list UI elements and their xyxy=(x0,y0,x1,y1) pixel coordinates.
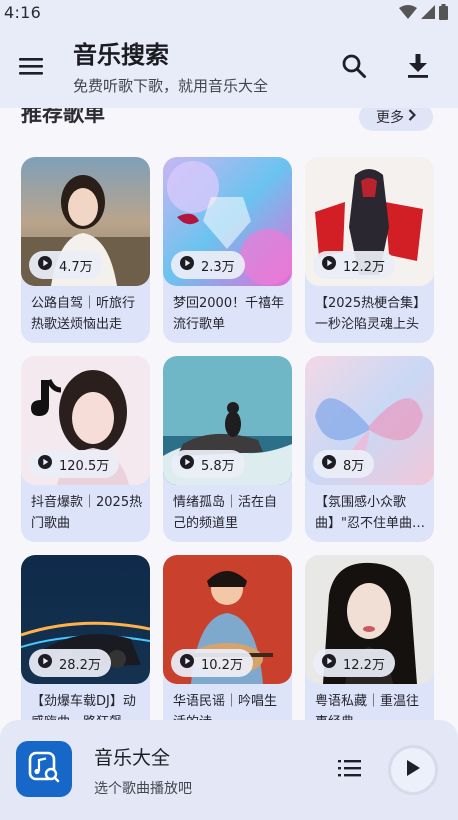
play-count: 4.7万 xyxy=(59,259,93,275)
play-circle-icon xyxy=(37,653,53,673)
page-title: 音乐搜索 xyxy=(73,41,169,69)
player-subtitle: 选个歌曲播放吧 xyxy=(94,781,192,797)
playlist-card[interactable]: 8万 【氛围感小众歌曲】"忍不住单曲循环" xyxy=(305,356,434,542)
play-circle-icon xyxy=(179,255,195,275)
playlist-card[interactable]: 12.2万 【2025热梗合集】一秒沦陷灵魂上头 xyxy=(305,157,434,343)
status-bar: 4:16 xyxy=(0,0,458,24)
playlist-title: 华语民谣｜吟唱生活的诗 xyxy=(173,694,278,720)
wifi-icon xyxy=(399,5,417,19)
content-area[interactable]: 推荐歌单 更多 4.7万 公路自驾｜听旅行热歌送烦恼出走 2.3万 梦回2000… xyxy=(0,108,458,720)
play-count: 8万 xyxy=(343,458,365,474)
playlist-card[interactable]: 10.2万 华语民谣｜吟唱生活的诗 xyxy=(163,555,292,720)
search-button[interactable] xyxy=(336,50,372,86)
playlist-title: 【劲爆车载DJ】动感嗨曲一路狂飙 xyxy=(31,694,136,720)
play-circle-icon xyxy=(179,454,195,474)
play-count-badge: 120.5万 xyxy=(29,450,120,478)
play-count: 2.3万 xyxy=(201,259,235,275)
mini-player[interactable]: 音乐大全 选个歌曲播放吧 xyxy=(0,720,458,820)
play-count: 12.2万 xyxy=(343,657,385,673)
play-count: 28.2万 xyxy=(59,657,101,673)
play-count: 10.2万 xyxy=(201,657,243,673)
more-label: 更多 xyxy=(376,110,404,126)
player-title: 音乐大全 xyxy=(94,747,171,769)
playlist-card[interactable]: 4.7万 公路自驾｜听旅行热歌送烦恼出走 xyxy=(21,157,150,343)
download-button[interactable] xyxy=(400,50,436,86)
playlist-title: 公路自驾｜听旅行热歌送烦恼出走 xyxy=(31,296,136,332)
play-count: 5.8万 xyxy=(201,458,235,474)
signal-icon xyxy=(421,5,435,19)
play-count-badge: 2.3万 xyxy=(171,251,245,279)
playlist-card[interactable]: 120.5万 抖音爆款｜2025热门歌曲 xyxy=(21,356,150,542)
play-count-badge: 4.7万 xyxy=(29,251,103,279)
page-subtitle: 免费听歌下歌，就用音乐大全 xyxy=(73,77,269,95)
play-count: 120.5万 xyxy=(59,458,110,474)
status-icons xyxy=(399,4,448,20)
battery-icon xyxy=(439,4,448,20)
playlist-card[interactable]: 2.3万 梦回2000！千禧年流行歌单 xyxy=(163,157,292,343)
search-icon xyxy=(341,53,367,83)
play-count-badge: 12.2万 xyxy=(313,251,395,279)
status-time: 4:16 xyxy=(4,2,42,22)
play-count-badge: 28.2万 xyxy=(29,649,111,677)
playlist-title: 抖音爆款｜2025热门歌曲 xyxy=(31,495,143,531)
playlist-title: 粤语私藏｜重温往事经典 xyxy=(315,694,420,720)
playlist-card[interactable]: 12.2万 粤语私藏｜重温往事经典 xyxy=(305,555,434,720)
playlist-card[interactable]: 28.2万 【劲爆车载DJ】动感嗨曲一路狂飙 xyxy=(21,555,150,720)
play-circle-icon xyxy=(37,454,53,474)
playlist-icon xyxy=(338,758,362,782)
more-button[interactable]: 更多 xyxy=(359,108,433,131)
music-search-icon xyxy=(27,750,61,788)
play-circle-icon xyxy=(321,653,337,673)
playlist-title: 梦回2000！千禧年流行歌单 xyxy=(173,296,285,332)
download-icon xyxy=(406,53,430,83)
play-circle-icon xyxy=(179,653,195,673)
playlist-button[interactable] xyxy=(334,754,366,786)
playlist-title: 情绪孤岛｜活在自己的频道里 xyxy=(173,495,278,531)
playlist-title: 【氛围感小众歌曲】"忍不住单曲循环" xyxy=(315,495,425,531)
app-bar: 音乐搜索 免费听歌下歌，就用音乐大全 xyxy=(0,24,458,108)
play-count-badge: 12.2万 xyxy=(313,649,395,677)
play-count-badge: 8万 xyxy=(313,450,375,478)
player-cover[interactable] xyxy=(16,741,72,797)
chevron-right-icon xyxy=(408,109,417,125)
section-header: 推荐歌单 更多 xyxy=(0,108,458,148)
playlist-title: 【2025热梗合集】一秒沦陷灵魂上头 xyxy=(315,296,427,332)
play-count: 12.2万 xyxy=(343,259,385,275)
play-circle-icon xyxy=(321,454,337,474)
play-circle-icon xyxy=(321,255,337,275)
play-count-badge: 5.8万 xyxy=(171,450,245,478)
menu-button[interactable] xyxy=(13,50,49,86)
section-title: 推荐歌单 xyxy=(21,108,105,126)
play-count-badge: 10.2万 xyxy=(171,649,253,677)
playlist-card[interactable]: 5.8万 情绪孤岛｜活在自己的频道里 xyxy=(163,356,292,542)
play-button[interactable] xyxy=(388,745,438,795)
play-icon xyxy=(405,759,421,781)
menu-icon xyxy=(18,56,44,80)
play-circle-icon xyxy=(37,255,53,275)
